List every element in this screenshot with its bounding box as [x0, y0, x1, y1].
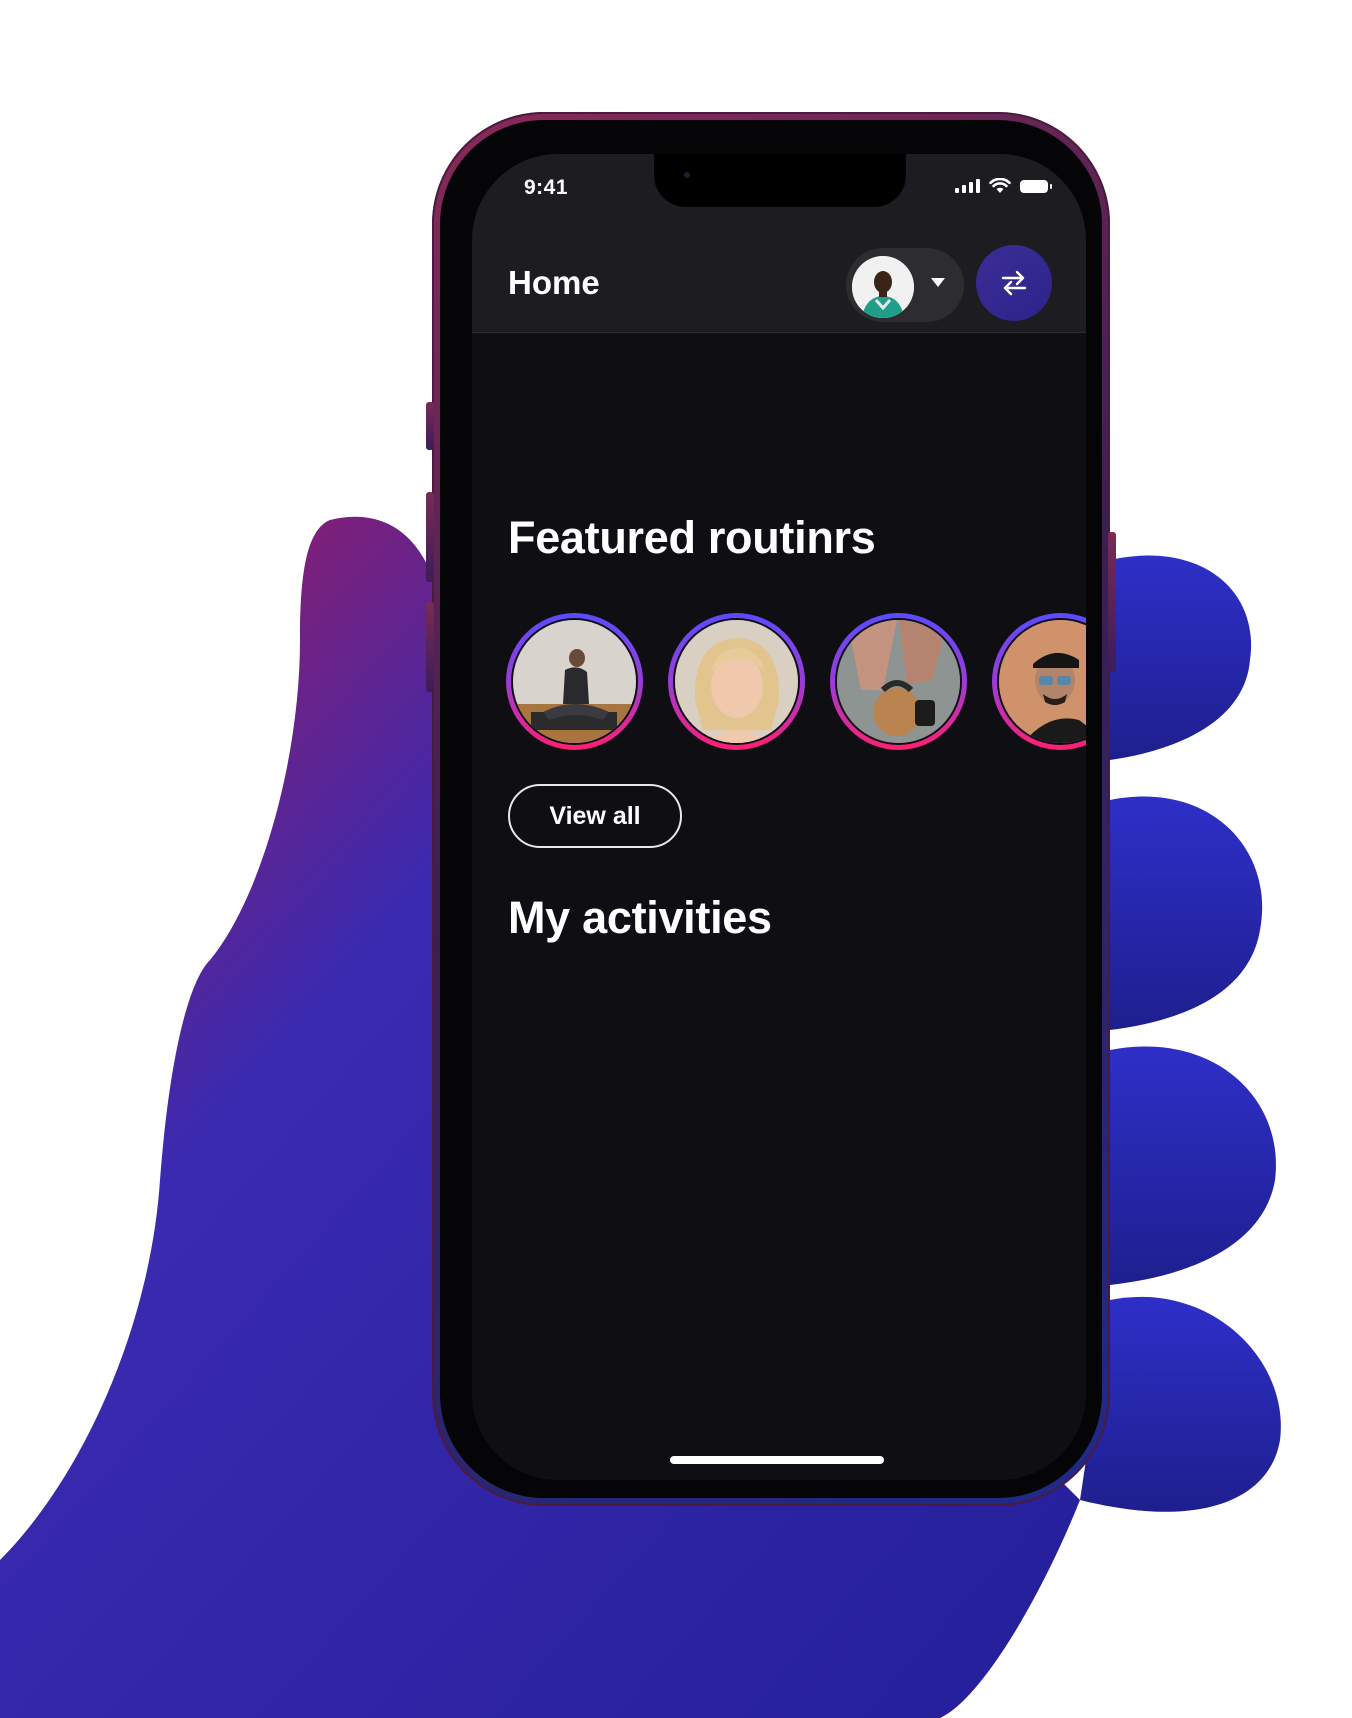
app-header: Home [472, 234, 1086, 333]
side-button [426, 402, 434, 450]
power-button [1108, 532, 1116, 672]
phone-bezel: 9:41 Home Featured routinrs View all My … [440, 120, 1102, 1498]
wifi-icon [989, 178, 1011, 193]
volume-down-button [426, 602, 434, 692]
routine-photo-portrait-woman [673, 618, 800, 745]
avatar-image [852, 256, 914, 318]
page-title: Home [508, 264, 600, 301]
swap-arrows-icon [1001, 270, 1027, 296]
profile-menu-button[interactable] [846, 248, 964, 322]
routine-item-kettlebell[interactable] [830, 613, 967, 750]
switch-button[interactable] [976, 245, 1052, 321]
volume-up-button [426, 492, 434, 582]
routine-item-portrait-woman[interactable] [668, 613, 805, 750]
status-time: 9:41 [524, 176, 569, 199]
phone-frame: 9:41 Home Featured routinrs View all My … [426, 112, 1116, 1506]
camera-dot [684, 172, 690, 178]
routine-photo-yoga [511, 618, 638, 745]
notch [654, 154, 906, 207]
routine-item-yoga[interactable] [506, 613, 643, 750]
cellular-signal-icon [955, 179, 980, 193]
user-avatar [852, 256, 914, 318]
routine-item-portrait-man[interactable] [992, 613, 1086, 750]
screen: 9:41 Home Featured routinrs View all My … [472, 154, 1086, 1480]
routine-photo-portrait-man [997, 618, 1086, 745]
status-bar: 9:41 [472, 154, 1086, 234]
battery-icon [1020, 179, 1052, 193]
view-all-button[interactable]: View all [508, 784, 682, 848]
featured-routines-title: Featured routinrs [508, 512, 876, 563]
chevron-down-icon [931, 278, 945, 287]
routine-photo-kettlebell [835, 618, 962, 745]
home-indicator[interactable] [670, 1456, 884, 1464]
status-icons [955, 178, 1052, 194]
my-activities-title: My activities [508, 892, 772, 943]
